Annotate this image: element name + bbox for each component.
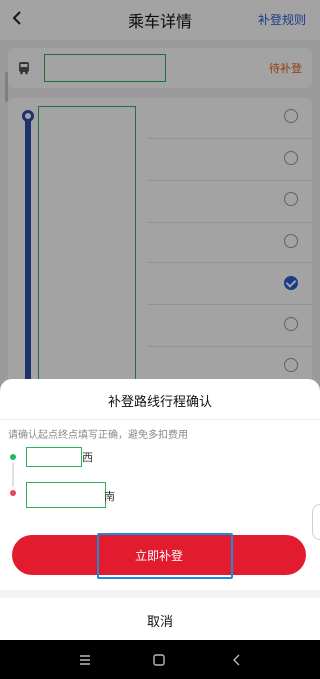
- cancel-label: 取消: [146, 615, 173, 630]
- start-station-suffix: 西: [82, 451, 93, 464]
- submit-label: 立即补登: [134, 549, 183, 563]
- start-point-dot: [10, 454, 16, 460]
- sheet-spacer: [0, 590, 320, 598]
- route-connector: [12, 463, 14, 487]
- submit-supplement-button[interactable]: 立即补登: [12, 535, 306, 575]
- back-icon[interactable]: [228, 651, 246, 669]
- cancel-button[interactable]: 取消: [0, 598, 320, 640]
- start-station-redacted: [26, 447, 82, 467]
- menu-icon[interactable]: [76, 651, 94, 669]
- system-nav-bar: [0, 640, 320, 679]
- divider: [0, 419, 320, 420]
- home-icon[interactable]: [150, 651, 168, 669]
- end-station-redacted: [26, 482, 106, 508]
- end-point-dot: [10, 490, 16, 496]
- sheet-title: 补登路线行程确认: [107, 395, 212, 410]
- floating-side-handle[interactable]: [312, 504, 320, 540]
- end-station-suffix: 南: [104, 490, 115, 503]
- sheet-hint: 请确认起点终点填写正确，避免多扣费用: [8, 430, 188, 441]
